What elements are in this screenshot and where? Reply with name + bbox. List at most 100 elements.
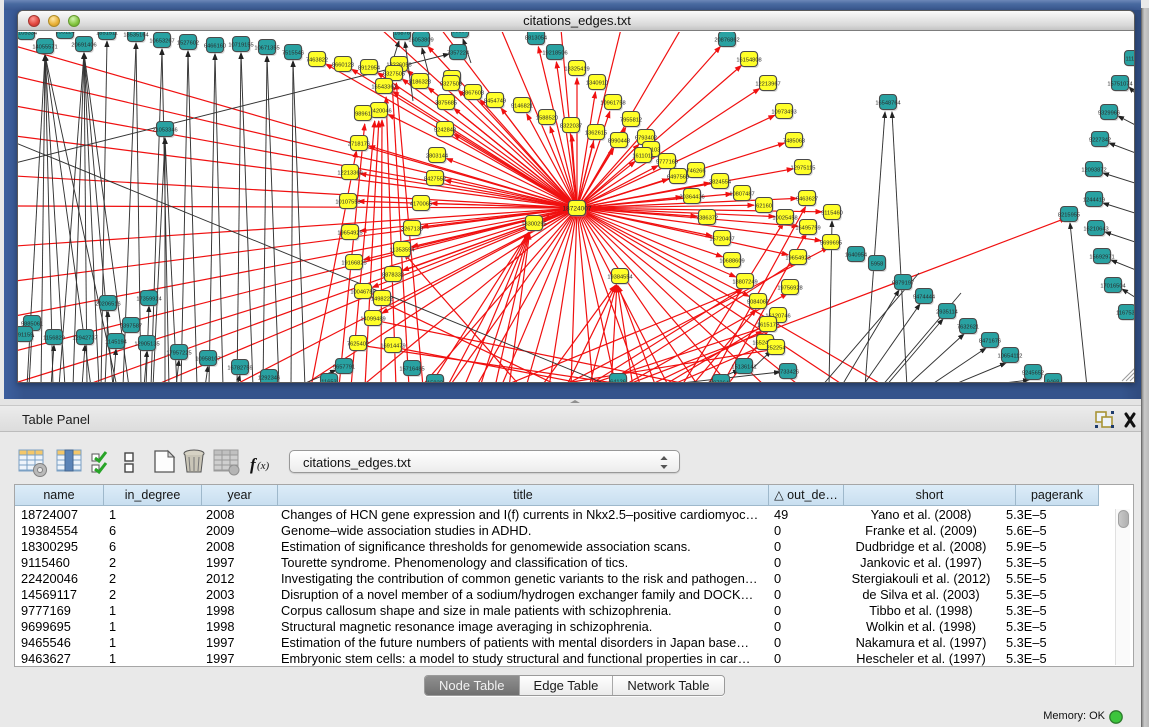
svg-text:1244419: 1244419: [1083, 197, 1105, 203]
svg-text:20691406: 20691406: [71, 42, 96, 48]
svg-text:14055571: 14055571: [32, 44, 57, 50]
svg-text:9657791: 9657791: [333, 364, 355, 370]
svg-text:16053809: 16053809: [408, 37, 433, 43]
svg-text:1527602: 1527602: [177, 40, 199, 46]
svg-text:8454749: 8454749: [484, 98, 506, 104]
svg-text:9329966: 9329966: [1098, 110, 1120, 116]
svg-text:10807487: 10807487: [729, 191, 754, 197]
svg-text:7625402: 7625402: [347, 341, 369, 347]
svg-text:9146821: 9146821: [511, 103, 533, 109]
svg-text:12905135: 12905135: [134, 341, 159, 347]
svg-text:7485063: 7485063: [783, 138, 805, 144]
svg-text:7357224: 7357224: [447, 50, 469, 56]
svg-text:15832: 15832: [427, 380, 443, 383]
svg-text:1167533: 1167533: [1116, 310, 1134, 316]
svg-text:9327505: 9327505: [383, 71, 405, 77]
svg-text:10973493: 10973493: [771, 109, 796, 115]
svg-text:9468: 9468: [1047, 379, 1060, 383]
svg-text:11125: 11125: [1126, 56, 1134, 62]
svg-text:8427552: 8427552: [424, 176, 446, 182]
svg-text:1733426: 1733426: [777, 369, 799, 375]
svg-text:17016504: 17016504: [1100, 283, 1125, 289]
svg-text:2803144: 2803144: [426, 153, 448, 159]
svg-text:16210643: 16210643: [1083, 226, 1108, 232]
svg-text:10107553: 10107553: [335, 199, 360, 205]
svg-text:746266: 746266: [687, 168, 706, 174]
svg-text:97264: 97264: [713, 380, 729, 383]
svg-text:17359924: 17359924: [136, 296, 161, 302]
svg-text:20206516: 20206516: [95, 301, 120, 307]
svg-text:16543362: 16543362: [371, 84, 396, 90]
svg-text:9227342: 9227342: [1089, 137, 1111, 143]
svg-text:1156829: 1156829: [43, 335, 65, 341]
svg-text:15720407: 15720407: [709, 236, 734, 242]
svg-text:1145194: 1145194: [105, 339, 127, 345]
svg-text:15692971: 15692971: [1089, 254, 1114, 260]
svg-text:391159: 391159: [18, 332, 33, 338]
svg-text:8322037: 8322037: [560, 123, 582, 129]
svg-text:6793402: 6793402: [635, 135, 657, 141]
svg-text:11353594: 11353594: [390, 247, 415, 253]
svg-text:2935114: 2935114: [936, 309, 958, 315]
svg-text:3875685: 3875685: [435, 100, 457, 106]
svg-text:9245652: 9245652: [1022, 370, 1044, 376]
svg-text:9115460: 9115460: [821, 210, 843, 216]
svg-text:8878332: 8878332: [382, 272, 404, 278]
svg-text:955124: 955124: [56, 32, 75, 35]
svg-text:16914479: 16914479: [380, 343, 405, 349]
svg-text:19218506: 19218506: [542, 50, 567, 56]
svg-text:19384554: 19384554: [607, 274, 632, 280]
svg-text:8215955: 8215955: [1058, 212, 1080, 218]
svg-text:14099489: 14099489: [360, 316, 385, 322]
svg-text:1851511: 1851511: [96, 32, 118, 36]
svg-text:20364436: 20364436: [679, 194, 704, 200]
svg-text:1611011: 1611011: [632, 153, 653, 159]
svg-text:9474444: 9474444: [913, 294, 935, 300]
svg-text:15716485: 15716485: [399, 366, 424, 372]
svg-text:10719155: 10719155: [228, 42, 253, 48]
svg-text:1498222: 1498222: [371, 296, 393, 302]
svg-text:10653267: 10653267: [149, 38, 174, 44]
svg-text:98961: 98961: [355, 111, 371, 117]
svg-text:9242848: 9242848: [434, 127, 456, 133]
svg-text:6466160: 6466160: [204, 43, 226, 49]
svg-text:5958: 5958: [871, 261, 884, 267]
svg-text:16782759: 16782759: [227, 365, 252, 371]
svg-text:13325419: 13325419: [564, 66, 589, 72]
svg-text:18724007: 18724007: [563, 205, 592, 212]
svg-text:15136141: 15136141: [731, 364, 756, 370]
svg-text:19756928: 19756928: [777, 285, 802, 291]
svg-text:8990448: 8990448: [608, 138, 630, 144]
svg-text:16495759: 16495759: [795, 225, 820, 231]
svg-text:3267130: 3267130: [401, 226, 423, 232]
svg-text:8186328: 8186328: [409, 79, 431, 85]
svg-text:88130: 88130: [452, 32, 468, 34]
svg-text:64126: 64126: [610, 379, 626, 383]
svg-text:1588520: 1588520: [536, 115, 558, 121]
svg-text:2867608: 2867608: [462, 90, 484, 96]
svg-text:1292346: 1292346: [258, 375, 280, 381]
svg-text:9397587: 9397587: [120, 323, 142, 329]
svg-text:3824554: 3824554: [709, 179, 731, 185]
svg-text:10046786: 10046786: [350, 289, 375, 295]
svg-text:8912954: 8912954: [358, 65, 380, 71]
svg-text:12213369: 12213369: [337, 170, 362, 176]
svg-text:62160: 62160: [756, 203, 772, 209]
svg-text:18300295: 18300295: [521, 221, 546, 227]
svg-text:12975115: 12975115: [791, 165, 816, 171]
svg-text:19166825: 19166825: [341, 260, 366, 266]
svg-text:8660123: 8660123: [332, 62, 354, 68]
svg-text:1340910: 1340910: [586, 80, 608, 86]
svg-text:10958107: 10958107: [195, 356, 220, 362]
svg-text:8471676: 8471676: [979, 338, 1001, 344]
svg-text:7463822: 7463822: [306, 57, 328, 63]
svg-text:7632621: 7632621: [957, 324, 979, 330]
svg-text:16876: 16876: [394, 32, 410, 36]
svg-text:9777169: 9777169: [656, 159, 678, 165]
svg-text:20876862: 20876862: [714, 37, 739, 43]
svg-text:12093872: 12093872: [1081, 167, 1106, 173]
svg-text:2105334: 2105334: [18, 32, 37, 36]
svg-text:(x): (x): [257, 460, 270, 472]
svg-text:7386372: 7386372: [696, 215, 718, 221]
svg-text:9327508: 9327508: [440, 81, 462, 87]
